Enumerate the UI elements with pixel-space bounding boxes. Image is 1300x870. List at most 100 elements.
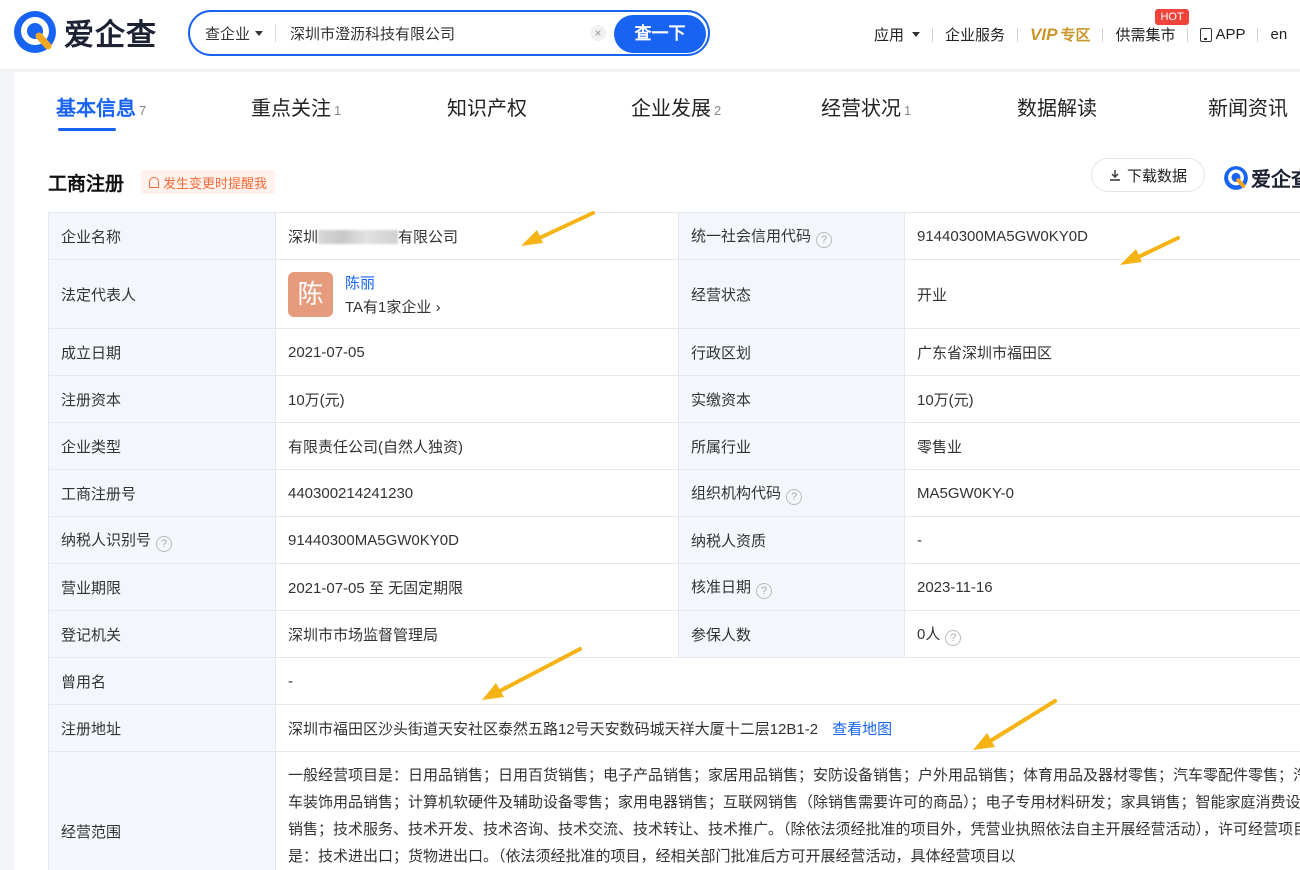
brand-logo[interactable]: 爱企查 <box>12 9 157 55</box>
brand-mini-name: 爱企查 <box>1251 169 1300 191</box>
tab-ip[interactable]: 知识产权 <box>447 92 527 121</box>
section-title: 工商注册 <box>48 174 125 195</box>
company-name-prefix: 深圳 <box>288 228 319 246</box>
table-row: 注册地址 深圳市福田区沙头街道天安社区泰然五路12号天安数码城天祥大厦十二层12… <box>48 704 1300 752</box>
tab-label: 重点关注 <box>251 98 331 120</box>
tab-count: 1 <box>904 103 912 118</box>
search-bar: 查企业 × 查一下 <box>188 10 710 56</box>
field-label: 经营状态 <box>678 259 905 329</box>
download-icon <box>1109 170 1120 181</box>
table-row: 登记机关 深圳市市场监督管理局 参保人数 0人? <box>48 610 1300 658</box>
registration-table: 企业名称 深圳 有限公司 统一社会信用代码? 91440300MA5GW0KY0D… <box>48 212 1300 870</box>
nav-divider <box>1102 27 1104 42</box>
nav-enterprise-service[interactable]: 企业服务 <box>945 24 1005 45</box>
tab-operations[interactable]: 经营状况 1 <box>821 92 911 121</box>
table-row: 成立日期 2021-07-05 行政区划 广东省深圳市福田区 <box>48 328 1300 376</box>
help-icon[interactable]: ? <box>945 629 962 646</box>
nav-divider <box>932 27 934 42</box>
company-type-value: 有限责任公司(自然人独资) <box>275 422 679 470</box>
field-label: 营业期限 <box>48 563 276 611</box>
close-icon[interactable]: × <box>590 25 607 41</box>
legal-rep-info: 陈丽 TA有1家企业 › <box>345 272 441 317</box>
business-scope-value: 一般经营项目是：日用品销售；日用百货销售；电子产品销售；家居用品销售；安防设备销… <box>275 751 1300 870</box>
help-icon[interactable]: ? <box>786 488 803 505</box>
table-row: 工商注册号 440300214241230 组织机构代码? MA5GW0KY-0 <box>48 469 1300 517</box>
tab-development[interactable]: 企业发展 2 <box>631 92 721 121</box>
taxpayer-id-value: 91440300MA5GW0KY0D <box>275 516 679 564</box>
field-label-text: 核准日期 <box>691 578 752 596</box>
search-input[interactable] <box>290 18 587 48</box>
avatar[interactable]: 陈 <box>288 271 333 317</box>
search-type-select[interactable]: 查企业 <box>190 23 264 44</box>
nav-market[interactable]: 供需集市 HOT <box>1115 9 1189 45</box>
help-icon[interactable]: ? <box>156 535 173 552</box>
table-row: 企业类型 有限责任公司(自然人独资) 所属行业 零售业 <box>48 422 1300 470</box>
active-tab-indicator <box>58 128 116 131</box>
tab-news[interactable]: 新闻资讯 <box>1208 92 1288 121</box>
field-label-text: 统一社会信用代码 <box>691 227 812 245</box>
nav-vip-zone[interactable]: VIP 专区 <box>1030 24 1090 45</box>
insured-text: 0人 <box>917 625 941 643</box>
brand-name: 爱企查 <box>64 19 157 52</box>
view-map-link[interactable]: 查看地图 <box>832 721 892 738</box>
field-label: 企业名称 <box>48 212 276 260</box>
field-label: 曾用名 <box>48 657 276 705</box>
remind-label: 发生变更时提醒我 <box>163 175 268 191</box>
founded-value: 2021-07-05 <box>275 328 679 376</box>
tab-key-concerns[interactable]: 重点关注 1 <box>251 92 341 121</box>
tab-label: 经营状况 <box>821 98 901 120</box>
top-header: 爱企查 查企业 × 查一下 应用 企业服务 VIP 专区 供需集市 HOT <box>0 0 1300 70</box>
tab-label: 基本信息 <box>56 98 136 120</box>
tab-basic-info[interactable]: 基本信息 7 <box>56 92 146 121</box>
industry-value: 零售业 <box>904 422 1300 470</box>
chevron-down-icon <box>912 32 921 37</box>
tab-count: 7 <box>139 103 147 118</box>
field-label-text: 纳税人识别号 <box>61 531 152 549</box>
tab-label: 数据解读 <box>1017 98 1097 120</box>
reg-capital-value: 10万(元) <box>275 375 679 423</box>
authority-value: 深圳市市场监督管理局 <box>275 610 679 658</box>
term-value: 2021-07-05 至 无固定期限 <box>275 563 679 611</box>
nav-app[interactable]: APP <box>1200 26 1245 43</box>
nav-app-label: APP <box>1215 26 1246 43</box>
phone-icon <box>1200 27 1213 42</box>
tab-data-analysis[interactable]: 数据解读 <box>1017 92 1097 121</box>
insured-value: 0人? <box>904 610 1300 658</box>
tab-label: 知识产权 <box>447 98 527 120</box>
field-label: 组织机构代码? <box>678 469 905 517</box>
redacted-text <box>318 229 399 244</box>
vip-badge: VIP <box>1030 24 1058 44</box>
change-remind-button[interactable]: 发生变更时提醒我 <box>141 170 276 194</box>
legal-rep-companies-link[interactable]: TA有1家企业 › <box>345 296 441 317</box>
nav-apps-label: 应用 <box>874 27 905 44</box>
field-label: 注册地址 <box>48 704 276 752</box>
field-label: 实缴资本 <box>678 375 905 423</box>
help-icon[interactable]: ? <box>756 582 773 599</box>
field-label: 工商注册号 <box>48 469 276 517</box>
company-info-card: 基本信息 7 重点关注 1 知识产权 企业发展 2 经营状况 1 数据解读 新闻资讯 工… <box>14 72 1300 870</box>
status-value: 开业 <box>904 259 1300 329</box>
address-value: 深圳市福田区沙头街道天安社区泰然五路12号天安数码城天祥大厦十二层12B1-2 查… <box>275 704 1300 752</box>
hot-badge: HOT <box>1155 9 1189 25</box>
paid-capital-value: 10万(元) <box>904 375 1300 423</box>
field-label: 登记机关 <box>48 610 276 658</box>
download-data-button[interactable]: 下载数据 <box>1091 158 1205 192</box>
approval-value: 2023-11-16 <box>904 563 1300 611</box>
help-icon[interactable]: ? <box>816 231 833 248</box>
field-label: 所属行业 <box>678 422 905 470</box>
table-row: 企业名称 深圳 有限公司 统一社会信用代码? 91440300MA5GW0KY0D <box>48 212 1300 260</box>
tab-count: 1 <box>334 103 342 118</box>
field-label: 企业类型 <box>48 422 276 470</box>
logo-icon <box>14 11 56 53</box>
field-label: 行政区划 <box>678 328 905 376</box>
company-name-value: 深圳 有限公司 <box>275 212 679 260</box>
field-label: 核准日期? <box>678 563 905 611</box>
nav-apps[interactable]: 应用 <box>874 24 921 45</box>
legal-rep-name-link[interactable]: 陈丽 <box>345 272 441 293</box>
search-button[interactable]: 查一下 <box>614 15 706 53</box>
company-name-suffix: 有限公司 <box>398 228 459 246</box>
table-row: 法定代表人 陈 陈丽 TA有1家企业 › 经营状态 开业 <box>48 259 1300 329</box>
search-divider <box>275 24 277 42</box>
nav-divider <box>1257 27 1259 42</box>
nav-language[interactable]: en <box>1270 26 1287 43</box>
